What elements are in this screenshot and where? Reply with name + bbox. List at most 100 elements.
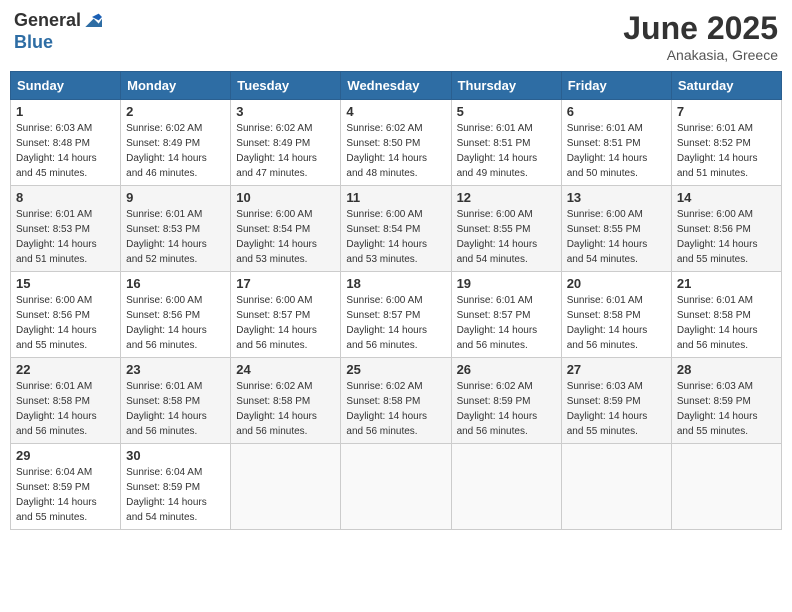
- day-number: 11: [346, 190, 445, 205]
- day-number: 18: [346, 276, 445, 291]
- day-info: Sunrise: 6:01 AMSunset: 8:53 PMDaylight:…: [126, 207, 225, 267]
- col-sunday: Sunday: [11, 72, 121, 100]
- day-number: 22: [16, 362, 115, 377]
- calendar-cell: [231, 444, 341, 530]
- calendar-week-row: 22 Sunrise: 6:01 AMSunset: 8:58 PMDaylig…: [11, 358, 782, 444]
- day-number: 12: [457, 190, 556, 205]
- day-info: Sunrise: 6:01 AMSunset: 8:52 PMDaylight:…: [677, 121, 776, 181]
- day-info: Sunrise: 6:01 AMSunset: 8:53 PMDaylight:…: [16, 207, 115, 267]
- day-info: Sunrise: 6:03 AMSunset: 8:59 PMDaylight:…: [567, 379, 666, 439]
- page-header: General Blue June 2025 Anakasia, Greece: [10, 10, 782, 63]
- day-info: Sunrise: 6:01 AMSunset: 8:58 PMDaylight:…: [16, 379, 115, 439]
- day-number: 8: [16, 190, 115, 205]
- day-info: Sunrise: 6:02 AMSunset: 8:49 PMDaylight:…: [236, 121, 335, 181]
- title-block: June 2025 Anakasia, Greece: [623, 10, 778, 63]
- calendar-cell: [561, 444, 671, 530]
- calendar-cell: 12 Sunrise: 6:00 AMSunset: 8:55 PMDaylig…: [451, 186, 561, 272]
- day-info: Sunrise: 6:00 AMSunset: 8:56 PMDaylight:…: [126, 293, 225, 353]
- calendar-cell: 11 Sunrise: 6:00 AMSunset: 8:54 PMDaylig…: [341, 186, 451, 272]
- day-number: 10: [236, 190, 335, 205]
- day-info: Sunrise: 6:00 AMSunset: 8:57 PMDaylight:…: [236, 293, 335, 353]
- day-number: 13: [567, 190, 666, 205]
- day-info: Sunrise: 6:02 AMSunset: 8:50 PMDaylight:…: [346, 121, 445, 181]
- day-info: Sunrise: 6:01 AMSunset: 8:58 PMDaylight:…: [567, 293, 666, 353]
- day-info: Sunrise: 6:04 AMSunset: 8:59 PMDaylight:…: [16, 465, 115, 525]
- logo-icon: [82, 12, 102, 32]
- calendar-header-row: Sunday Monday Tuesday Wednesday Thursday…: [11, 72, 782, 100]
- day-number: 17: [236, 276, 335, 291]
- day-number: 6: [567, 104, 666, 119]
- day-number: 28: [677, 362, 776, 377]
- day-number: 9: [126, 190, 225, 205]
- calendar-cell: 13 Sunrise: 6:00 AMSunset: 8:55 PMDaylig…: [561, 186, 671, 272]
- day-number: 19: [457, 276, 556, 291]
- calendar-cell: 24 Sunrise: 6:02 AMSunset: 8:58 PMDaylig…: [231, 358, 341, 444]
- day-info: Sunrise: 6:00 AMSunset: 8:55 PMDaylight:…: [567, 207, 666, 267]
- calendar-cell: 27 Sunrise: 6:03 AMSunset: 8:59 PMDaylig…: [561, 358, 671, 444]
- logo: General Blue: [14, 10, 103, 53]
- day-info: Sunrise: 6:02 AMSunset: 8:58 PMDaylight:…: [346, 379, 445, 439]
- logo-general: General: [14, 10, 81, 30]
- day-info: Sunrise: 6:01 AMSunset: 8:57 PMDaylight:…: [457, 293, 556, 353]
- day-number: 7: [677, 104, 776, 119]
- col-tuesday: Tuesday: [231, 72, 341, 100]
- day-number: 4: [346, 104, 445, 119]
- location: Anakasia, Greece: [623, 47, 778, 63]
- day-number: 23: [126, 362, 225, 377]
- day-info: Sunrise: 6:04 AMSunset: 8:59 PMDaylight:…: [126, 465, 225, 525]
- calendar-cell: 8 Sunrise: 6:01 AMSunset: 8:53 PMDayligh…: [11, 186, 121, 272]
- col-thursday: Thursday: [451, 72, 561, 100]
- col-wednesday: Wednesday: [341, 72, 451, 100]
- calendar-cell: 7 Sunrise: 6:01 AMSunset: 8:52 PMDayligh…: [671, 100, 781, 186]
- calendar-cell: 25 Sunrise: 6:02 AMSunset: 8:58 PMDaylig…: [341, 358, 451, 444]
- calendar-cell: 18 Sunrise: 6:00 AMSunset: 8:57 PMDaylig…: [341, 272, 451, 358]
- day-info: Sunrise: 6:00 AMSunset: 8:56 PMDaylight:…: [677, 207, 776, 267]
- day-info: Sunrise: 6:01 AMSunset: 8:51 PMDaylight:…: [457, 121, 556, 181]
- day-info: Sunrise: 6:00 AMSunset: 8:54 PMDaylight:…: [346, 207, 445, 267]
- day-info: Sunrise: 6:01 AMSunset: 8:58 PMDaylight:…: [677, 293, 776, 353]
- col-friday: Friday: [561, 72, 671, 100]
- calendar-cell: 30 Sunrise: 6:04 AMSunset: 8:59 PMDaylig…: [121, 444, 231, 530]
- day-number: 3: [236, 104, 335, 119]
- day-info: Sunrise: 6:03 AMSunset: 8:48 PMDaylight:…: [16, 121, 115, 181]
- calendar-cell: 4 Sunrise: 6:02 AMSunset: 8:50 PMDayligh…: [341, 100, 451, 186]
- calendar-cell: 6 Sunrise: 6:01 AMSunset: 8:51 PMDayligh…: [561, 100, 671, 186]
- day-number: 29: [16, 448, 115, 463]
- calendar-cell: 16 Sunrise: 6:00 AMSunset: 8:56 PMDaylig…: [121, 272, 231, 358]
- day-number: 15: [16, 276, 115, 291]
- day-info: Sunrise: 6:00 AMSunset: 8:55 PMDaylight:…: [457, 207, 556, 267]
- calendar-cell: 21 Sunrise: 6:01 AMSunset: 8:58 PMDaylig…: [671, 272, 781, 358]
- calendar-cell: 14 Sunrise: 6:00 AMSunset: 8:56 PMDaylig…: [671, 186, 781, 272]
- calendar-cell: 15 Sunrise: 6:00 AMSunset: 8:56 PMDaylig…: [11, 272, 121, 358]
- calendar-cell: 3 Sunrise: 6:02 AMSunset: 8:49 PMDayligh…: [231, 100, 341, 186]
- calendar-cell: 9 Sunrise: 6:01 AMSunset: 8:53 PMDayligh…: [121, 186, 231, 272]
- month-title: June 2025: [623, 10, 778, 47]
- day-info: Sunrise: 6:00 AMSunset: 8:54 PMDaylight:…: [236, 207, 335, 267]
- calendar-cell: 28 Sunrise: 6:03 AMSunset: 8:59 PMDaylig…: [671, 358, 781, 444]
- day-info: Sunrise: 6:02 AMSunset: 8:58 PMDaylight:…: [236, 379, 335, 439]
- calendar-cell: 26 Sunrise: 6:02 AMSunset: 8:59 PMDaylig…: [451, 358, 561, 444]
- calendar-cell: [671, 444, 781, 530]
- day-info: Sunrise: 6:03 AMSunset: 8:59 PMDaylight:…: [677, 379, 776, 439]
- calendar: Sunday Monday Tuesday Wednesday Thursday…: [10, 71, 782, 530]
- day-number: 26: [457, 362, 556, 377]
- col-saturday: Saturday: [671, 72, 781, 100]
- day-info: Sunrise: 6:02 AMSunset: 8:59 PMDaylight:…: [457, 379, 556, 439]
- day-number: 24: [236, 362, 335, 377]
- day-info: Sunrise: 6:00 AMSunset: 8:57 PMDaylight:…: [346, 293, 445, 353]
- day-number: 30: [126, 448, 225, 463]
- day-number: 25: [346, 362, 445, 377]
- day-info: Sunrise: 6:00 AMSunset: 8:56 PMDaylight:…: [16, 293, 115, 353]
- calendar-cell: 5 Sunrise: 6:01 AMSunset: 8:51 PMDayligh…: [451, 100, 561, 186]
- day-number: 2: [126, 104, 225, 119]
- calendar-cell: 29 Sunrise: 6:04 AMSunset: 8:59 PMDaylig…: [11, 444, 121, 530]
- calendar-cell: 23 Sunrise: 6:01 AMSunset: 8:58 PMDaylig…: [121, 358, 231, 444]
- col-monday: Monday: [121, 72, 231, 100]
- calendar-week-row: 15 Sunrise: 6:00 AMSunset: 8:56 PMDaylig…: [11, 272, 782, 358]
- day-info: Sunrise: 6:01 AMSunset: 8:58 PMDaylight:…: [126, 379, 225, 439]
- day-number: 5: [457, 104, 556, 119]
- calendar-cell: 17 Sunrise: 6:00 AMSunset: 8:57 PMDaylig…: [231, 272, 341, 358]
- day-number: 1: [16, 104, 115, 119]
- calendar-cell: 20 Sunrise: 6:01 AMSunset: 8:58 PMDaylig…: [561, 272, 671, 358]
- calendar-week-row: 1 Sunrise: 6:03 AMSunset: 8:48 PMDayligh…: [11, 100, 782, 186]
